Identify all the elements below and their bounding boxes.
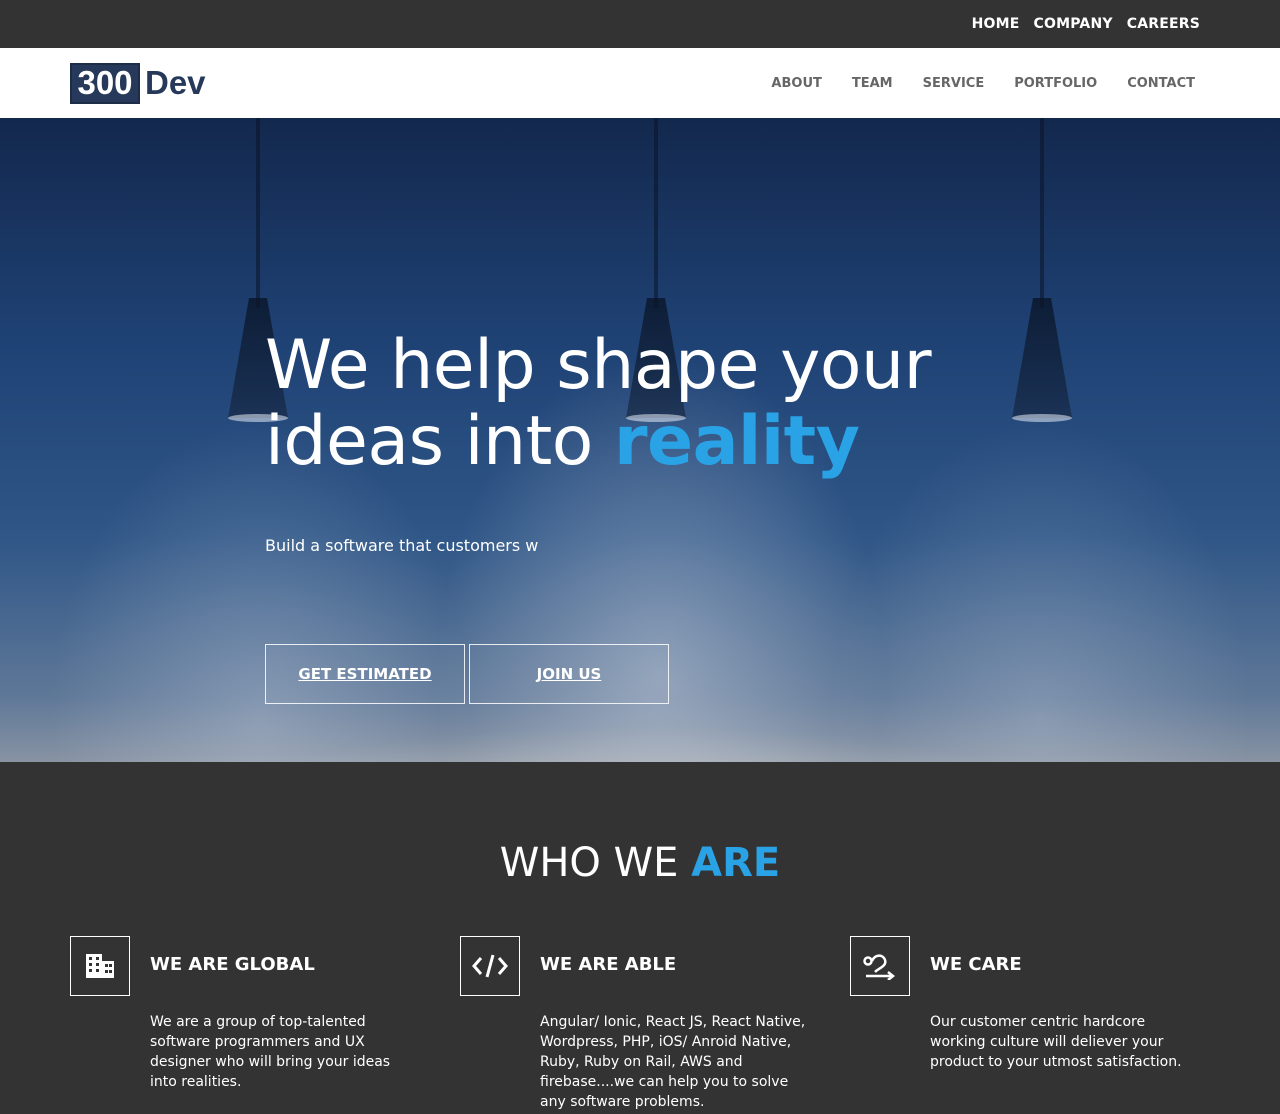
nav-team-link[interactable]: TEAM [852,76,893,91]
nav-about-link[interactable]: ABOUT [771,76,821,91]
feature-description: We are a group of top-talented software … [150,1014,391,1090]
building-icon [70,936,130,996]
logo-text: Dev [145,64,206,101]
site-header: 300 Dev ABOUT TEAM SERVICE PORTFOLIO CON… [0,48,1280,118]
hero-subtitle: Build a software that customers w [265,536,539,555]
top-nav-home-link[interactable]: HOME [972,16,1020,32]
top-nav-careers-link[interactable]: CAREERS [1127,16,1200,32]
main-nav: ABOUT TEAM SERVICE PORTFOLIO CONTACT [771,48,1195,118]
hero-title-line2: ideas into [265,402,614,481]
who-we-are-section: WHO WE ARE WE ARE GLOBAL We are a group … [0,762,1280,1114]
nav-contact-link[interactable]: CONTACT [1127,76,1195,91]
join-us-button[interactable]: JOIN US [469,644,669,704]
section-title-highlight: ARE [691,840,781,886]
get-estimated-button[interactable]: GET ESTIMATED [265,644,465,704]
lamp-image [1012,118,1072,448]
section-title-prefix: WHO WE [499,840,692,886]
nav-portfolio-link[interactable]: PORTFOLIO [1014,76,1097,91]
hero-section: We help shape your ideas into reality Bu… [0,118,1280,762]
hero-title-line1: We help shape your [265,326,932,405]
logo[interactable]: 300 Dev [70,62,206,104]
feature-heading: WE ARE GLOBAL [150,954,315,975]
top-nav: HOME COMPANY CAREERS [972,0,1200,48]
top-nav-company-link[interactable]: COMPANY [1034,16,1113,32]
top-bar: HOME COMPANY CAREERS [0,0,1280,48]
feature-description: Angular/ Ionic, React JS, React Native, … [540,1014,806,1110]
process-icon [850,936,910,996]
hero-title: We help shape your ideas into reality [265,326,932,481]
feature-description: Our customer centric hardcore working cu… [930,1014,1182,1070]
hero-title-highlight: reality [613,402,860,481]
feature-heading: WE CARE [930,954,1022,975]
logo-number: 300 [70,62,140,104]
code-icon [460,936,520,996]
feature-heading: WE ARE ABLE [540,954,677,975]
section-title: WHO WE ARE [0,840,1280,886]
nav-service-link[interactable]: SERVICE [923,76,985,91]
